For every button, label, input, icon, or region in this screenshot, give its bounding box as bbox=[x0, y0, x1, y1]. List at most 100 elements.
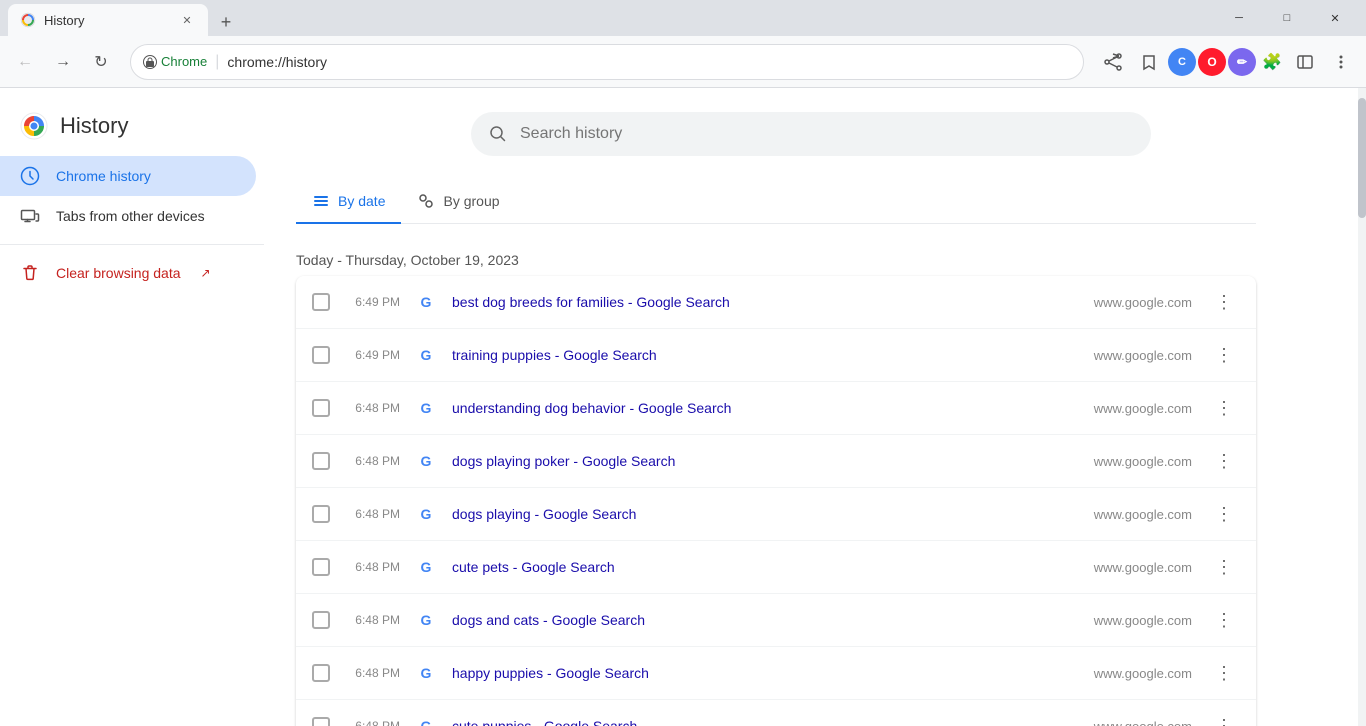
sidebar-item-clear-label: Clear browsing data bbox=[56, 265, 181, 281]
table-row[interactable]: 6:48 PM G cute pets - Google Search www.… bbox=[296, 541, 1256, 594]
table-row[interactable]: 6:48 PM G understanding dog behavior - G… bbox=[296, 382, 1256, 435]
google-favicon-2: G bbox=[416, 398, 436, 418]
search-bar bbox=[471, 112, 1151, 156]
row-time-1: 6:49 PM bbox=[346, 348, 400, 362]
row-checkbox-0[interactable] bbox=[312, 293, 330, 311]
row-more-0[interactable]: ⋮ bbox=[1208, 286, 1240, 318]
row-more-7[interactable]: ⋮ bbox=[1208, 657, 1240, 689]
sidebar-toggle-button[interactable] bbox=[1288, 45, 1322, 79]
sidebar-item-clear-browsing[interactable]: Clear browsing data ↗ bbox=[0, 253, 256, 293]
row-more-5[interactable]: ⋮ bbox=[1208, 551, 1240, 583]
row-time-5: 6:48 PM bbox=[346, 560, 400, 574]
google-favicon-4: G bbox=[416, 504, 436, 524]
tab-by-date[interactable]: By date bbox=[296, 180, 401, 224]
omnibox-input[interactable] bbox=[227, 54, 1071, 70]
row-checkbox-3[interactable] bbox=[312, 452, 330, 470]
table-row[interactable]: 6:48 PM G dogs playing poker - Google Se… bbox=[296, 435, 1256, 488]
table-row[interactable]: 6:48 PM G cute puppies - Google Search w… bbox=[296, 700, 1256, 726]
browser-toolbar: ← → ↻ Chrome | C O ✏ 🧩 bbox=[0, 36, 1366, 88]
google-favicon-3: G bbox=[416, 451, 436, 471]
row-more-4[interactable]: ⋮ bbox=[1208, 498, 1240, 530]
tab-by-group-label: By group bbox=[443, 193, 499, 209]
back-button[interactable]: ← bbox=[8, 45, 42, 79]
row-url-8: www.google.com bbox=[1094, 719, 1192, 726]
bookmark-button[interactable] bbox=[1132, 45, 1166, 79]
tab-close-button[interactable]: ✕ bbox=[178, 11, 196, 29]
google-favicon-1: G bbox=[416, 345, 436, 365]
row-checkbox-2[interactable] bbox=[312, 399, 330, 417]
toolbar-actions: C O ✏ 🧩 bbox=[1096, 45, 1358, 79]
group-icon bbox=[417, 192, 435, 210]
row-checkbox-7[interactable] bbox=[312, 664, 330, 682]
close-button[interactable]: ✕ bbox=[1312, 4, 1358, 32]
tab-title: History bbox=[44, 13, 170, 28]
sidebar-title-area: History bbox=[0, 104, 264, 156]
row-checkbox-8[interactable] bbox=[312, 717, 330, 726]
table-row[interactable]: 6:49 PM G best dog breeds for families -… bbox=[296, 276, 1256, 329]
omnibox-separator: | bbox=[215, 53, 219, 71]
google-favicon-5: G bbox=[416, 557, 436, 577]
trash-icon bbox=[20, 263, 40, 283]
row-url-0: www.google.com bbox=[1094, 295, 1192, 310]
table-row[interactable]: 6:49 PM G training puppies - Google Sear… bbox=[296, 329, 1256, 382]
row-time-4: 6:48 PM bbox=[346, 507, 400, 521]
scrollbar-track[interactable] bbox=[1358, 88, 1366, 726]
row-checkbox-4[interactable] bbox=[312, 505, 330, 523]
tab-by-group[interactable]: By group bbox=[401, 180, 515, 224]
sidebar-item-chrome-history[interactable]: Chrome history bbox=[0, 156, 256, 196]
row-more-1[interactable]: ⋮ bbox=[1208, 339, 1240, 371]
search-input[interactable] bbox=[520, 125, 1134, 143]
scrollbar-thumb[interactable] bbox=[1358, 98, 1366, 218]
table-row[interactable]: 6:48 PM G happy puppies - Google Search … bbox=[296, 647, 1256, 700]
menu-button[interactable] bbox=[1324, 45, 1358, 79]
row-more-6[interactable]: ⋮ bbox=[1208, 604, 1240, 636]
row-time-7: 6:48 PM bbox=[346, 666, 400, 680]
reload-button[interactable]: ↻ bbox=[84, 45, 118, 79]
tabs-bar: By date By group bbox=[296, 180, 1256, 224]
table-row[interactable]: 6:48 PM G dogs and cats - Google Search … bbox=[296, 594, 1256, 647]
google-favicon-7: G bbox=[416, 663, 436, 683]
row-more-3[interactable]: ⋮ bbox=[1208, 445, 1240, 477]
ext-puzzle-icon[interactable]: 🧩 bbox=[1258, 48, 1286, 76]
sidebar-divider bbox=[0, 244, 264, 245]
ext-opera-icon[interactable]: O bbox=[1198, 48, 1226, 76]
sidebar: History Chrome history Tabs from other d… bbox=[0, 88, 264, 726]
date-header: Today - Thursday, October 19, 2023 bbox=[296, 240, 1326, 276]
row-time-8: 6:48 PM bbox=[346, 719, 400, 726]
row-url-6: www.google.com bbox=[1094, 613, 1192, 628]
row-title-7: happy puppies - Google Search bbox=[452, 665, 1070, 681]
restore-button[interactable]: □ bbox=[1264, 4, 1310, 32]
search-container bbox=[471, 112, 1151, 156]
row-url-2: www.google.com bbox=[1094, 401, 1192, 416]
row-checkbox-5[interactable] bbox=[312, 558, 330, 576]
row-title-0: best dog breeds for families - Google Se… bbox=[452, 294, 1070, 310]
external-link-icon: ↗ bbox=[201, 266, 211, 280]
row-time-2: 6:48 PM bbox=[346, 401, 400, 415]
row-url-4: www.google.com bbox=[1094, 507, 1192, 522]
row-title-1: training puppies - Google Search bbox=[452, 347, 1070, 363]
browser-tab[interactable]: History ✕ bbox=[8, 4, 208, 36]
minimize-button[interactable]: ─ bbox=[1216, 4, 1262, 32]
table-row[interactable]: 6:48 PM G dogs playing - Google Search w… bbox=[296, 488, 1256, 541]
ext-chrome-icon[interactable]: C bbox=[1168, 48, 1196, 76]
omnibox-secure-icon: Chrome bbox=[143, 54, 207, 69]
row-more-8[interactable]: ⋮ bbox=[1208, 710, 1240, 726]
row-time-3: 6:48 PM bbox=[346, 454, 400, 468]
row-url-7: www.google.com bbox=[1094, 666, 1192, 681]
list-icon bbox=[312, 192, 330, 210]
row-time-0: 6:49 PM bbox=[346, 295, 400, 309]
share-button[interactable] bbox=[1096, 45, 1130, 79]
page-title: History bbox=[60, 113, 128, 139]
new-tab-button[interactable]: + bbox=[212, 8, 240, 36]
google-favicon-0: G bbox=[416, 292, 436, 312]
sidebar-item-tabs-other-devices[interactable]: Tabs from other devices bbox=[0, 196, 256, 236]
row-more-2[interactable]: ⋮ bbox=[1208, 392, 1240, 424]
ext-pen-icon[interactable]: ✏ bbox=[1228, 48, 1256, 76]
tab-by-date-label: By date bbox=[338, 193, 385, 209]
forward-button[interactable]: → bbox=[46, 45, 80, 79]
row-checkbox-1[interactable] bbox=[312, 346, 330, 364]
omnibox[interactable]: Chrome | bbox=[130, 44, 1084, 80]
row-checkbox-6[interactable] bbox=[312, 611, 330, 629]
row-title-8: cute puppies - Google Search bbox=[452, 718, 1070, 726]
tab-favicon bbox=[20, 12, 36, 28]
